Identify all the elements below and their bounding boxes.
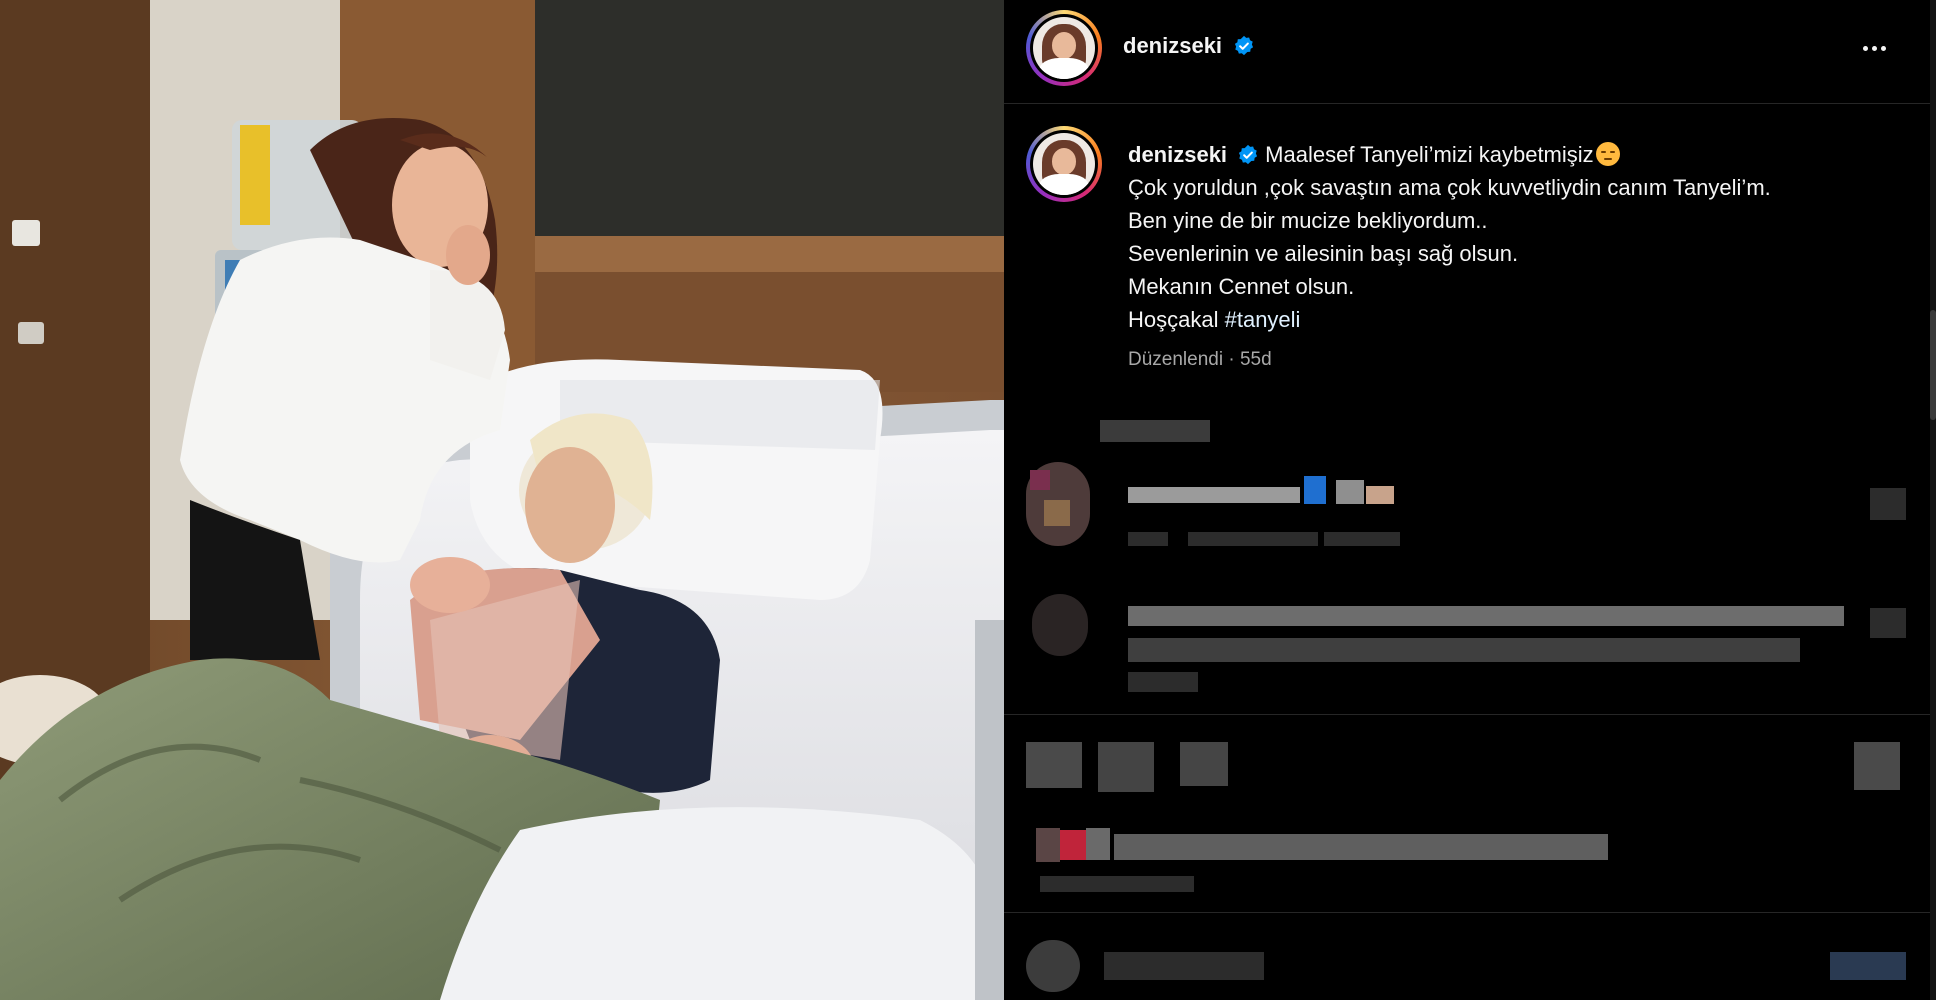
post-meta: Düzenlendi · 55d (1128, 349, 1272, 371)
caption-line: Ben yine de bir mucize bekliyordum.. (1128, 208, 1488, 233)
caption-first-line: Maalesef Tanyeli’mizi kaybetmişiz (1265, 142, 1594, 167)
caption-avatar[interactable] (1026, 126, 1102, 202)
caption-username-link[interactable]: denizseki (1128, 142, 1227, 167)
edited-label: Düzenlendi (1128, 349, 1224, 370)
post-age[interactable]: 55d (1240, 349, 1272, 370)
scrollbar-track[interactable] (1930, 0, 1936, 1000)
caption-text: denizseki Maalesef Tanyeli’mizi kaybetmi… (1128, 138, 1908, 336)
caption-last-line: Hoşçakal (1128, 307, 1219, 332)
post-photo[interactable] (0, 0, 1004, 1000)
meta-separator: · (1228, 349, 1235, 370)
scrollbar-thumb[interactable] (1930, 310, 1936, 420)
caption-line: Çok yoruldun ,çok savaştın ama çok kuvve… (1128, 175, 1771, 200)
verified-badge-icon (1239, 144, 1258, 165)
caption-line: Mekanın Cennet olsun. (1128, 274, 1355, 299)
post-side-panel: denizseki denizseki Maalesef Tanyeli’miz… (1004, 0, 1936, 1000)
more-horizontal-icon (1862, 45, 1868, 51)
avatar[interactable] (1026, 10, 1102, 86)
hospital-room-photo (0, 0, 1004, 1000)
more-options-button[interactable] (1852, 30, 1896, 66)
verified-badge-icon (1234, 35, 1253, 56)
pensive-face-icon (1595, 142, 1620, 166)
username-link[interactable]: denizseki (1123, 33, 1222, 58)
post-header: denizseki (1004, 0, 1930, 104)
caption-line: Sevenlerinin ve ailesinin başı sağ olsun… (1128, 241, 1519, 266)
hashtag-link[interactable]: #tanyeli (1225, 307, 1301, 332)
